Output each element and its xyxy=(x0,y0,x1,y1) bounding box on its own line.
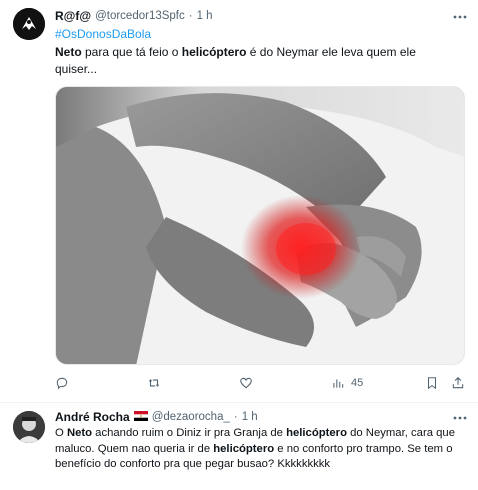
avatar[interactable] xyxy=(13,411,45,443)
bookmark-button[interactable] xyxy=(425,374,439,392)
tweet-header: R@f@ @torcedor13Spfc · 1 h xyxy=(55,9,213,23)
hashtag-link[interactable]: #OsDonosDaBola xyxy=(55,27,151,41)
author-handle[interactable]: @torcedor13Spfc xyxy=(95,10,185,22)
text-segment: achando ruim o Diniz ir pra Granja de xyxy=(92,427,287,439)
tweet-header: André Rocha @dezaorocha_ · 1 h xyxy=(55,410,258,424)
views-icon xyxy=(333,379,344,388)
separator: · xyxy=(188,10,193,22)
separator: · xyxy=(233,411,238,423)
keyword-helicoptero: helicóptero xyxy=(286,427,347,439)
retweet-button[interactable] xyxy=(147,374,161,392)
keyword-helicoptero: helicóptero xyxy=(213,442,275,455)
like-button[interactable] xyxy=(239,374,253,392)
mention-neto: Neto xyxy=(55,45,82,59)
keyword-helicoptero: helicóptero xyxy=(181,45,247,59)
more-dots-icon xyxy=(453,15,467,19)
timestamp[interactable]: 1 h xyxy=(242,411,258,423)
elbow-pain-photo xyxy=(56,87,464,364)
tweet-text: O Neto achando ruim o Diniz ir pra Granj… xyxy=(55,426,467,473)
timestamp[interactable]: 1 h xyxy=(197,10,213,22)
egypt-flag-icon xyxy=(133,410,148,424)
heart-icon xyxy=(240,377,252,389)
author-name[interactable]: André Rocha xyxy=(55,410,130,424)
tweet-actions: 45 xyxy=(55,374,465,392)
tweet-text: Neto para que tá feio o helicóptero é do… xyxy=(55,44,460,78)
mention-neto: Neto xyxy=(66,427,93,439)
more-options-button[interactable] xyxy=(452,411,468,425)
views-button[interactable]: 45 xyxy=(331,374,363,392)
more-dots-icon xyxy=(453,416,467,420)
retweet-icon xyxy=(148,378,160,388)
text-segment: para que tá feio o xyxy=(81,45,182,59)
author-handle[interactable]: @dezaorocha_ xyxy=(152,411,230,423)
share-icon xyxy=(452,377,464,389)
avatar-photo-icon xyxy=(13,411,45,443)
reply-button[interactable] xyxy=(55,374,69,392)
reply-icon xyxy=(56,377,68,390)
avatar-logo-icon xyxy=(13,8,45,40)
avatar[interactable] xyxy=(13,8,45,40)
tweet-image[interactable] xyxy=(55,86,465,365)
views-count: 45 xyxy=(351,377,364,389)
more-options-button[interactable] xyxy=(452,10,468,24)
share-button[interactable] xyxy=(451,374,465,392)
author-name[interactable]: R@f@ xyxy=(55,9,91,23)
text-segment: O xyxy=(55,427,67,439)
bookmark-icon xyxy=(427,377,437,390)
